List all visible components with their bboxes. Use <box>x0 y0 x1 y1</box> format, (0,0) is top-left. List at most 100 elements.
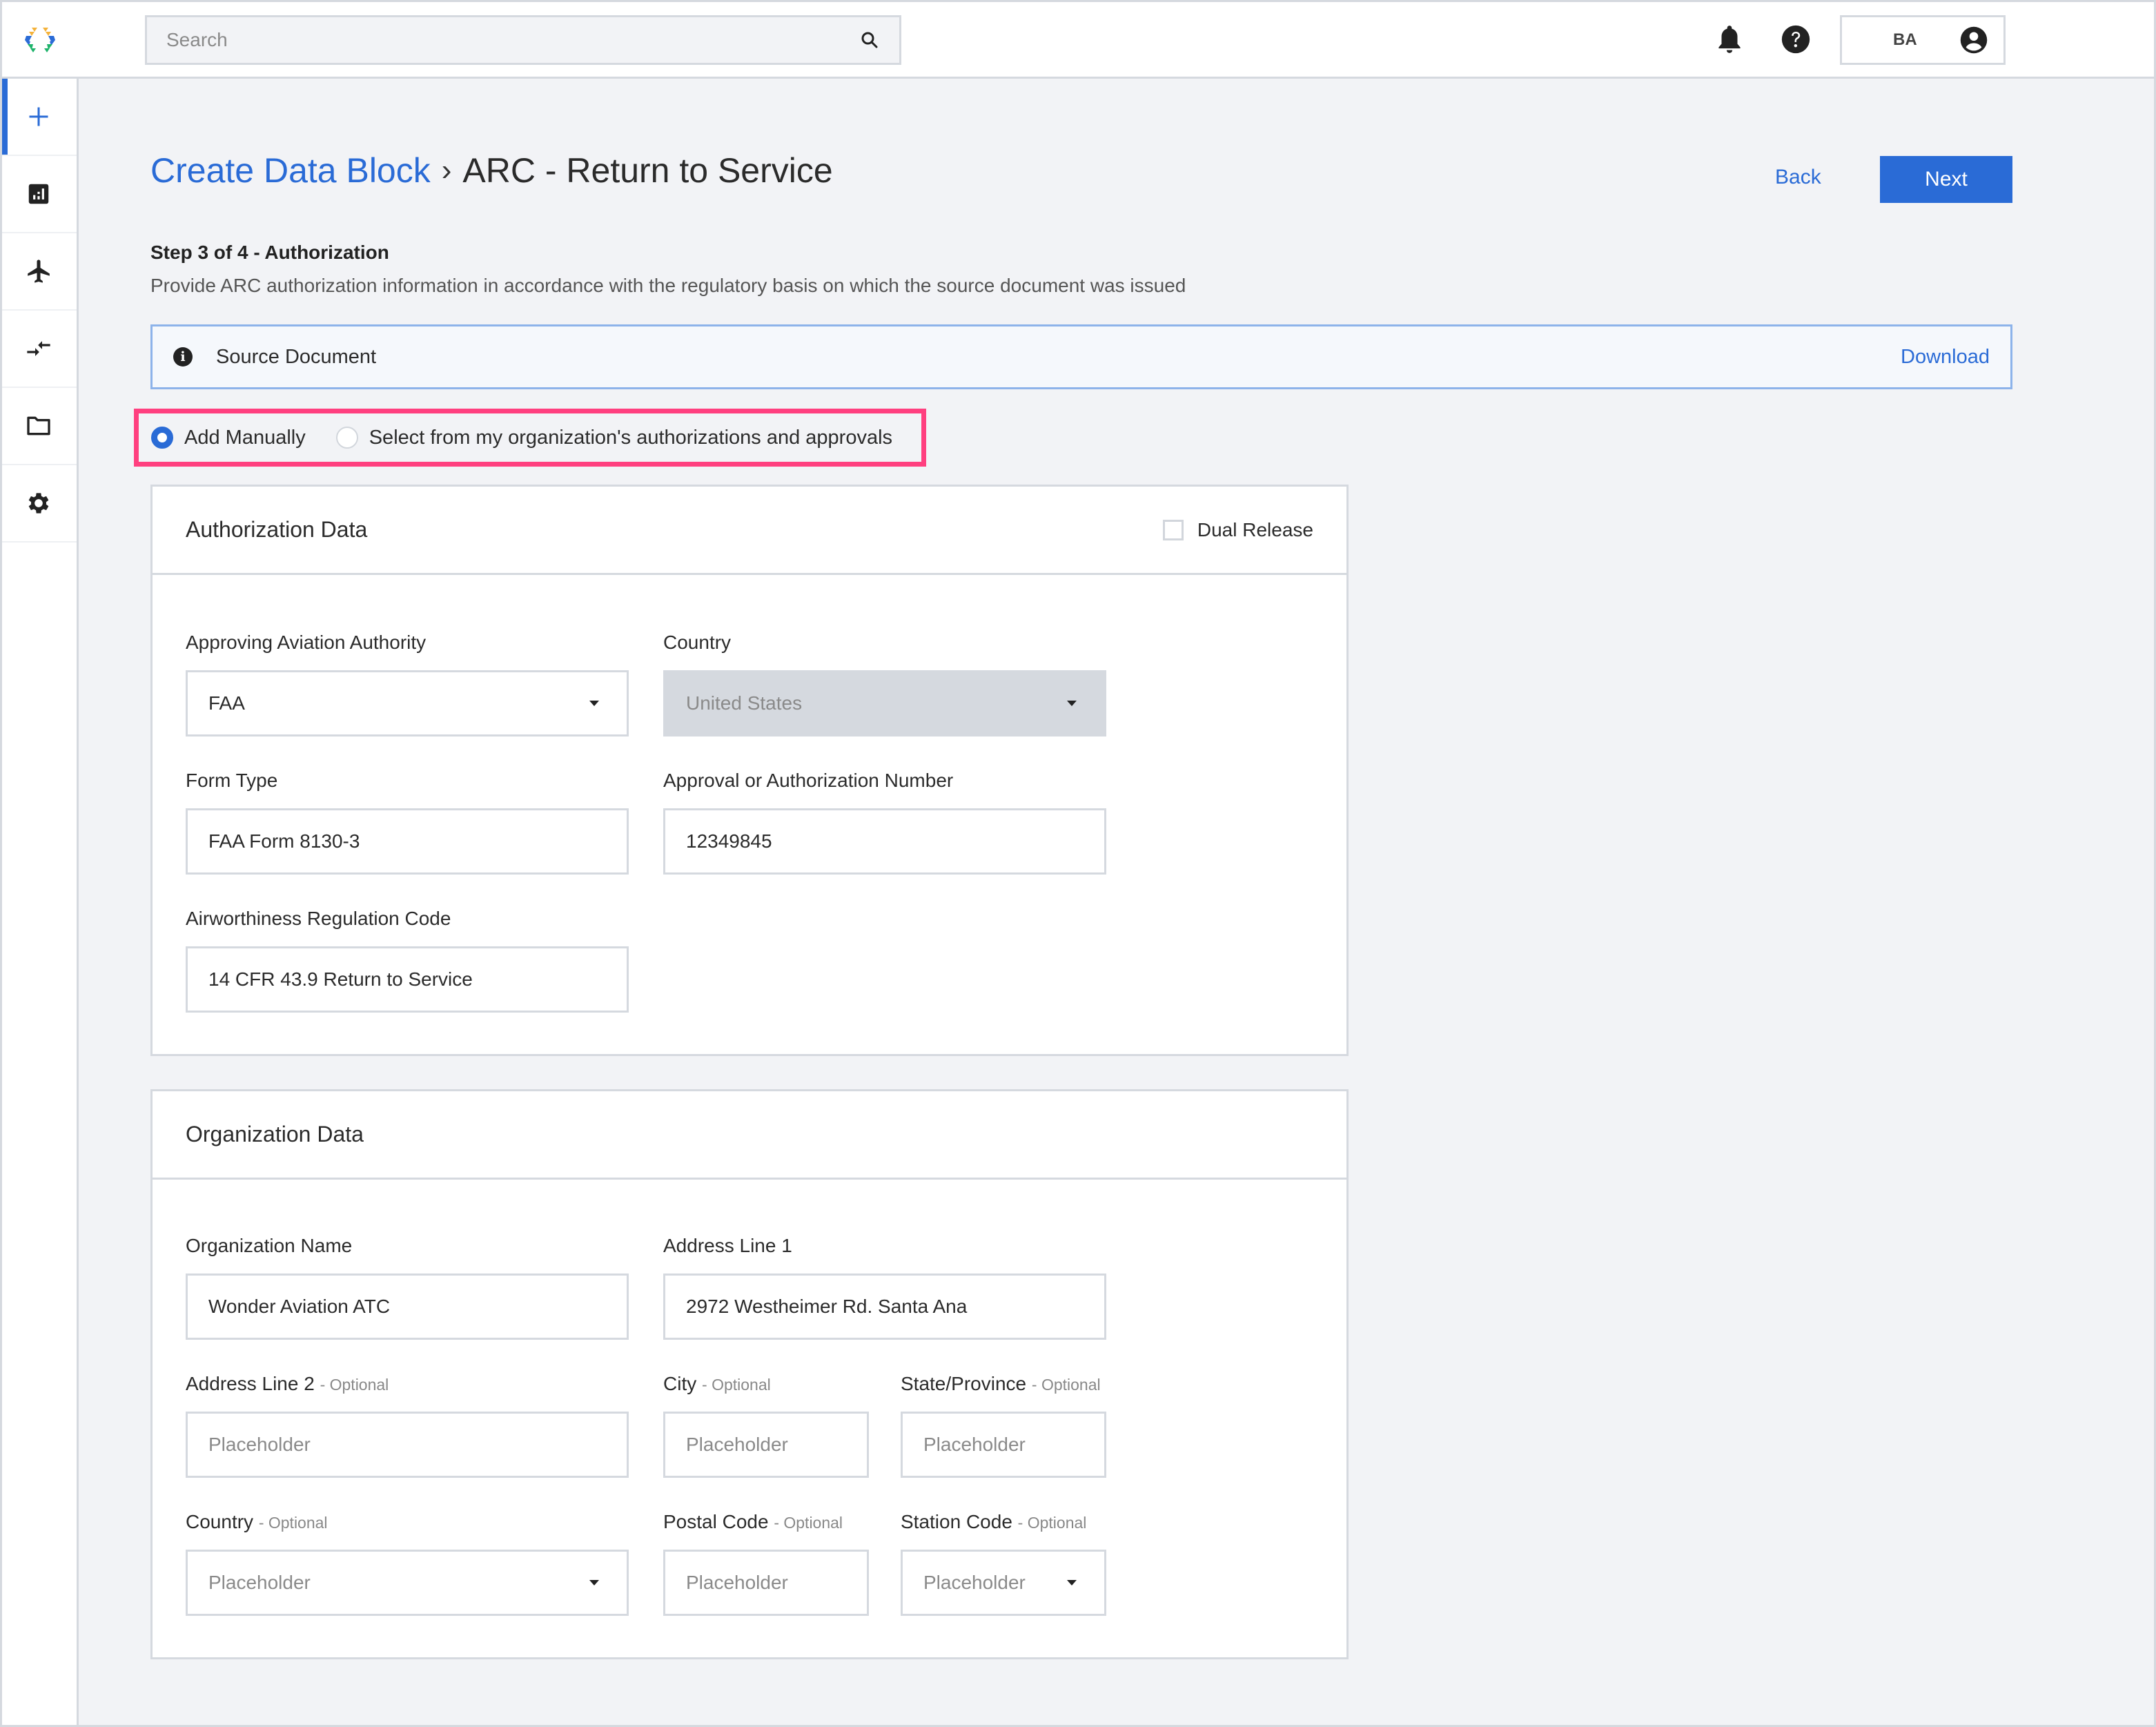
card-title: Authorization Data <box>186 517 368 542</box>
regulation-code-input-wrap <box>186 946 629 1013</box>
search-input[interactable] <box>166 29 859 51</box>
folder-icon <box>26 416 50 436</box>
field-regulation-code: Airworthiness Regulation Code <box>186 908 629 1013</box>
breadcrumb: Create Data Block › ARC - Return to Serv… <box>150 150 833 191</box>
form-type-input[interactable] <box>208 830 606 852</box>
field-station-code: Station Code - Optional Placeholder <box>901 1511 1106 1616</box>
radio-add-manually[interactable]: Add Manually <box>151 427 306 449</box>
sidebar-item-dashboard[interactable] <box>0 156 77 233</box>
radio-button-unselected[interactable] <box>335 427 358 449</box>
city-input[interactable] <box>686 1434 846 1456</box>
postal-code-input[interactable] <box>686 1572 846 1594</box>
optional-tag: - Optional <box>774 1514 843 1532</box>
field-form-type: Form Type <box>186 770 629 875</box>
field-label: Country <box>663 632 732 653</box>
chart-icon <box>28 184 48 204</box>
dual-release-checkbox[interactable]: Dual Release <box>1162 519 1313 541</box>
bell-icon <box>1718 26 1741 53</box>
organization-name-input[interactable] <box>208 1296 606 1318</box>
gear-icon <box>28 493 48 514</box>
optional-tag: - Optional <box>702 1376 771 1394</box>
step-description: Provide ARC authorization information in… <box>150 275 1186 296</box>
city-input-wrap <box>663 1412 869 1478</box>
field-postal-code: Postal Code - Optional <box>663 1511 869 1616</box>
approval-number-input[interactable] <box>686 830 1084 852</box>
address-line-1-input-wrap <box>663 1274 1106 1340</box>
top-bar: BA <box>0 0 2156 79</box>
field-organization-name: Organization Name <box>186 1235 629 1340</box>
page-title: ARC - Return to Service <box>462 151 833 190</box>
field-address-line-1: Address Line 1 <box>663 1235 1106 1340</box>
user-avatar-icon <box>1960 26 1988 54</box>
org-country-select[interactable]: Placeholder <box>186 1550 629 1616</box>
radio-select-from-organization[interactable]: Select from my organization's authorizat… <box>335 426 893 449</box>
back-button[interactable]: Back <box>1775 166 1821 189</box>
radio-button-selected[interactable] <box>151 427 173 449</box>
authorization-data-card: Authorization Data Dual Release Approvin… <box>150 485 1349 1056</box>
field-label: Approving Aviation Authority <box>186 632 427 653</box>
optional-tag: - Optional <box>258 1514 328 1532</box>
plus-icon <box>29 107 48 126</box>
field-address-line-2: Address Line 2 - Optional <box>186 1373 629 1478</box>
optional-tag: - Optional <box>320 1376 389 1394</box>
search-box[interactable] <box>145 15 901 65</box>
select-value: United States <box>686 692 803 714</box>
label-text: Postal Code <box>663 1511 769 1532</box>
field-label: State/Province - Optional <box>901 1373 1101 1398</box>
form-type-input-wrap <box>186 808 629 875</box>
address-line-1-input[interactable] <box>686 1296 1084 1318</box>
download-link[interactable]: Download <box>1901 346 1990 369</box>
field-label: Postal Code - Optional <box>663 1511 843 1536</box>
label-text: Station Code <box>901 1511 1012 1532</box>
state-input-wrap <box>901 1412 1106 1478</box>
sidebar-item-create[interactable] <box>0 79 77 156</box>
logo-icon[interactable] <box>23 26 57 54</box>
sidebar <box>0 79 79 1727</box>
breadcrumb-separator: › <box>441 153 452 187</box>
help-button[interactable] <box>1781 23 1811 55</box>
field-country: Country United States <box>663 632 1106 736</box>
field-label: City - Optional <box>663 1373 771 1398</box>
sidebar-item-settings[interactable] <box>0 465 77 543</box>
breadcrumb-create-data-block[interactable]: Create Data Block <box>150 150 431 191</box>
address-line-2-input[interactable] <box>208 1434 606 1456</box>
select-value: FAA <box>208 692 245 714</box>
approving-authority-select[interactable]: FAA <box>186 670 629 736</box>
caret-down-icon <box>1067 701 1077 706</box>
field-city: City - Optional <box>663 1373 869 1478</box>
label-text: Country <box>186 1511 254 1532</box>
next-button[interactable]: Next <box>1880 156 2012 203</box>
state-province-input[interactable] <box>923 1434 1084 1456</box>
notifications-button[interactable] <box>1714 23 1745 55</box>
user-menu[interactable]: BA <box>1840 15 2006 65</box>
search-icon[interactable] <box>859 30 880 50</box>
caret-down-icon <box>589 1580 599 1585</box>
field-label: Address Line 2 - Optional <box>186 1373 389 1398</box>
sidebar-item-aircraft[interactable] <box>0 233 77 311</box>
approval-number-input-wrap <box>663 808 1106 875</box>
step-title: Step 3 of 4 - Authorization <box>150 242 389 263</box>
country-select-disabled: United States <box>663 670 1106 736</box>
airplane-icon <box>27 260 50 283</box>
source-document-label: Source Document <box>216 345 377 368</box>
sidebar-item-transfer[interactable] <box>0 311 77 388</box>
caret-down-icon <box>1067 1580 1077 1585</box>
field-approving-authority: Approving Aviation Authority FAA <box>186 632 629 736</box>
regulation-code-input[interactable] <box>208 968 606 991</box>
optional-tag: - Optional <box>1031 1376 1101 1394</box>
checkbox-box[interactable] <box>1162 519 1184 540</box>
label-text: City <box>663 1373 697 1394</box>
station-code-select[interactable]: Placeholder <box>901 1550 1106 1616</box>
field-label: Form Type <box>186 770 278 791</box>
radio-label: Add Manually <box>184 426 306 449</box>
sidebar-item-files[interactable] <box>0 388 77 465</box>
card-title: Organization Data <box>186 1122 364 1147</box>
radio-label: Select from my organization's authorizat… <box>369 426 893 449</box>
card-header: Organization Data <box>153 1091 1346 1180</box>
field-label: Station Code - Optional <box>901 1511 1086 1536</box>
source-document-banner: i Source Document Download <box>150 324 2012 389</box>
select-placeholder: Placeholder <box>208 1572 311 1593</box>
field-label: Approval or Authorization Number <box>663 770 954 791</box>
field-label: Airworthiness Regulation Code <box>186 908 451 929</box>
entry-mode-radio-group: Add Manually Select from my organization… <box>134 409 926 467</box>
